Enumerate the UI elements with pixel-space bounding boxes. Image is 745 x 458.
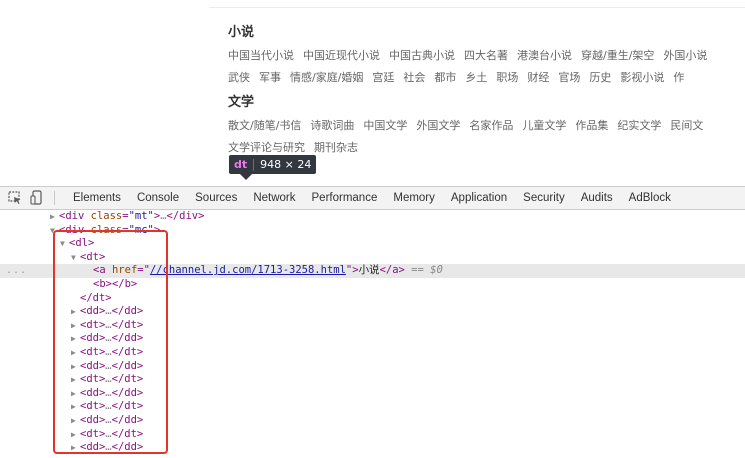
category-link[interactable]: 港澳台小说 [517,49,572,62]
dom-node-collapsed[interactable]: ▶ <dt>…</dt> [71,319,143,333]
dom-node-collapsed[interactable]: ▶ <dt>…</dt> [71,428,143,442]
category-link[interactable]: 影视小说 [620,71,664,84]
category-link[interactable]: 外国小说 [663,49,707,62]
expand-arrow-icon[interactable]: ▶ [71,400,80,414]
dom-node-collapsed[interactable]: ▶ <dd>…</dd> [71,360,143,374]
dom-node-dl[interactable]: ▼ <dl> [60,237,94,251]
dom-node-b[interactable]: <b></b> [93,278,137,292]
category-link[interactable]: 官场 [558,71,580,84]
dom-node-collapsed[interactable]: ▶ <dd>…</dd> [71,441,143,455]
page-preview: 小说 中国当代小说 中国近现代小说 中国古典小说 四大名著 港澳台小说 穿越/重生/架空外… [0,0,745,186]
preview-divider [209,7,745,8]
tooltip-arrow-icon [240,174,252,180]
expand-arrow-icon[interactable]: ▶ [71,346,80,360]
devtools-tabs: Elements Console Sources Network Perform… [65,187,679,209]
device-toolbar-icon[interactable] [28,189,46,207]
dom-node-collapsed[interactable]: ▶ <dt>…</dt> [71,346,143,360]
expand-arrow-icon[interactable]: ▶ [71,373,80,387]
dom-node-collapsed[interactable]: ▶ <dd>…</dd> [71,305,143,319]
href-link[interactable]: //channel.jd.com/1713-3258.html [150,264,346,276]
element-size-tooltip: dt 948 × 24 [229,155,317,174]
category-link[interactable]: 武侠 [228,71,250,84]
category-link[interactable]: 文学评论与研究 [228,141,305,154]
collapse-arrow-icon[interactable]: ▼ [71,251,80,265]
category-link[interactable]: 散文/随笔/书信 [228,119,301,132]
expand-arrow-icon[interactable]: ▶ [71,305,80,319]
dom-node-a-selected[interactable]: ... <a href="//channel.jd.com/1713-3258.… [0,264,745,278]
category-title-literature[interactable]: 文学 [228,91,254,110]
dom-node-collapsed[interactable]: ▶ <dd>…</dd> [71,387,143,401]
category-link[interactable]: 外国文学 [416,119,460,132]
category-link[interactable]: 期刊杂志 [314,141,358,154]
tab-network[interactable]: Network [245,187,303,209]
dom-node-collapsed[interactable]: ▶ <dd>…</dd> [71,332,143,346]
category-link[interactable]: 诗歌词曲 [310,119,354,132]
category-link[interactable]: 四大名著 [464,49,508,62]
category-title-novel[interactable]: 小说 [228,21,254,40]
expand-arrow-icon[interactable]: ▶ [71,319,80,333]
category-link[interactable]: 宫廷 [372,71,394,84]
category-link[interactable]: 中国古典小说 [389,49,455,62]
category-link[interactable]: 穿越/重生/架空 [581,49,654,62]
dom-node-div-mc[interactable]: ▼ <div class="mc"> [50,224,160,238]
tab-console[interactable]: Console [129,187,187,209]
tab-memory[interactable]: Memory [385,187,443,209]
tab-sources[interactable]: Sources [187,187,245,209]
dom-node-collapsed[interactable]: ▶ <dd>…</dd> [71,414,143,428]
category-link[interactable]: 社会 [403,71,425,84]
category-row: 散文/随笔/书信 诗歌词曲 中国文学 外国文学 名家作品 儿童文学 作品集 纪实文学 民间文 [228,117,712,133]
category-link[interactable]: 中国文学 [363,119,407,132]
category-link[interactable]: 军事 [259,71,281,84]
expand-arrow-icon[interactable]: ▶ [71,441,80,455]
dom-node-collapsed[interactable]: ▶ <dt>…</dt> [71,373,143,387]
collapse-arrow-icon[interactable]: ▼ [60,237,69,251]
dom-node-dt[interactable]: ▼ <dt> [71,251,105,265]
dom-node-collapsed[interactable]: ▶ <dt>…</dt> [71,400,143,414]
expand-arrow-icon[interactable]: ▶ [71,428,80,442]
tooltip-separator [253,158,255,171]
category-link[interactable]: 中国近现代小说 [303,49,380,62]
category-link[interactable]: 中国当代小说 [228,49,294,62]
expand-arrow-icon[interactable]: ▶ [50,210,59,224]
node-actions-icon[interactable]: ... [6,264,27,278]
expand-arrow-icon[interactable]: ▶ [71,414,80,428]
category-link[interactable]: 作 [673,71,684,84]
tooltip-tag: dt [234,158,248,171]
dom-node-dt-close[interactable]: </dt> [80,292,112,306]
category-link[interactable]: 儿童文学 [522,119,566,132]
category-row: 武侠 军事 情感/家庭/婚姻 宫廷 社会 都市 乡土 职场 财经 官场 历史 影视小说作 [228,69,693,85]
toolbar-divider [54,191,55,205]
collapse-arrow-icon[interactable]: ▼ [50,224,59,238]
category-link[interactable]: 都市 [434,71,456,84]
dom-node-div-mt[interactable]: ▶ <div class="mt">…</div> [50,210,204,224]
category-link[interactable]: 名家作品 [469,119,513,132]
category-link[interactable]: 历史 [589,71,611,84]
category-row: 中国当代小说 中国近现代小说 中国古典小说 四大名著 港澳台小说 穿越/重生/架空 外国小说 [228,47,716,63]
tab-elements[interactable]: Elements [65,187,129,209]
tab-performance[interactable]: Performance [304,187,386,209]
category-link[interactable]: 职场 [496,71,518,84]
tab-adblock[interactable]: AdBlock [621,187,679,209]
tooltip-size: 948 × 24 [260,158,312,171]
expand-arrow-icon[interactable]: ▶ [71,360,80,374]
category-link[interactable]: 作品集 [575,119,608,132]
devtools-toolbar: Elements Console Sources Network Perform… [0,186,745,210]
inspect-element-icon[interactable] [6,189,24,207]
expand-arrow-icon[interactable]: ▶ [71,332,80,346]
elements-tree: ▶ <div class="mt">…</div> ▼ <div class="mc… [0,210,745,458]
dom-node-a-content: <a href="//channel.jd.com/1713-3258.html… [93,264,443,277]
category-link[interactable]: 纪实文学 [617,119,661,132]
category-link[interactable]: 民间文 [670,119,703,132]
category-link[interactable]: 财经 [527,71,549,84]
category-link[interactable]: 情感/家庭/婚姻 [290,71,363,84]
tab-security[interactable]: Security [515,187,573,209]
tab-application[interactable]: Application [443,187,515,209]
category-link[interactable]: 乡土 [465,71,487,84]
tab-audits[interactable]: Audits [573,187,621,209]
category-row: 文学评论与研究 期刊杂志 [228,139,367,155]
expand-arrow-icon[interactable]: ▶ [71,387,80,401]
